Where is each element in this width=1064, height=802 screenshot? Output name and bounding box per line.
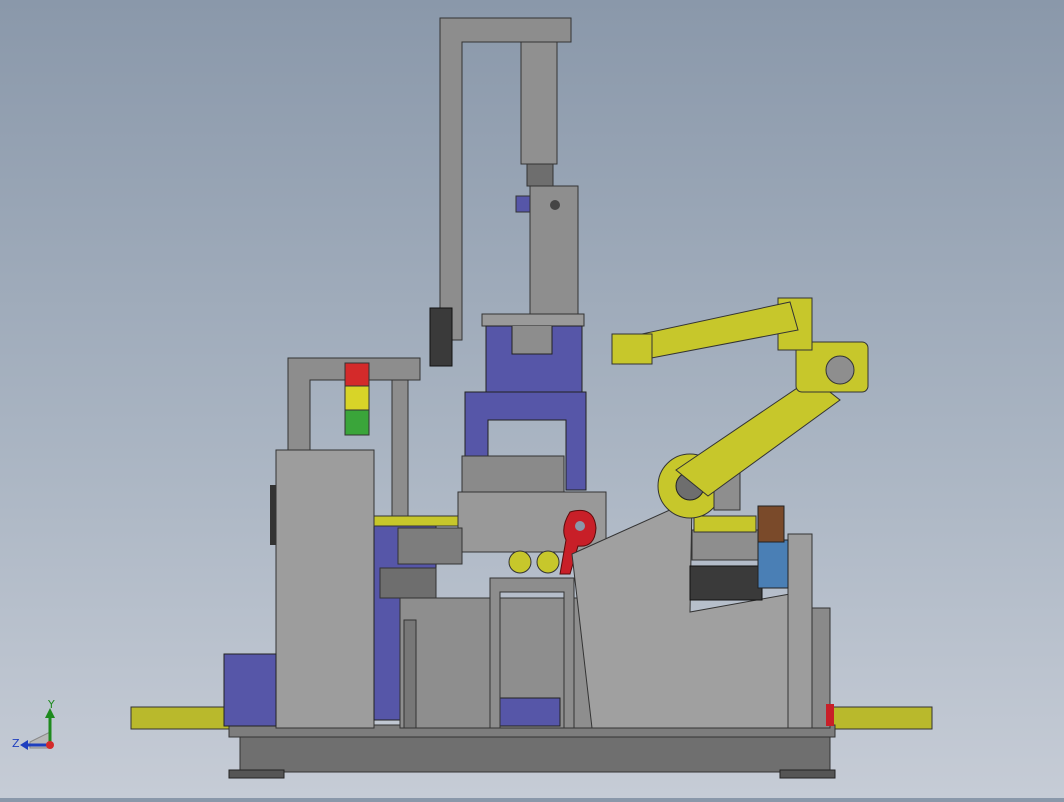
clamp-unit xyxy=(379,567,437,599)
red-detail xyxy=(826,704,834,726)
lever-hole xyxy=(575,521,585,531)
table-leg-left xyxy=(403,619,417,729)
stack-light-yellow xyxy=(344,385,370,411)
cabinet-handle xyxy=(270,485,276,545)
left-gantry-post xyxy=(391,379,409,521)
robot-turntable xyxy=(693,515,757,533)
robot-gripper xyxy=(689,565,763,601)
roller-right xyxy=(536,550,560,574)
right-post xyxy=(787,533,813,729)
stack-light-red xyxy=(344,362,370,387)
side-motor xyxy=(429,307,453,367)
blue-control-box xyxy=(223,653,277,727)
stack-light-green xyxy=(344,409,370,436)
blue-fixture xyxy=(757,539,789,589)
slide-bracket xyxy=(515,195,531,213)
roller-left xyxy=(508,550,532,574)
coordinate-triad: Y Z xyxy=(12,698,55,750)
brown-fixture xyxy=(757,505,785,543)
z-axis-label: Z xyxy=(12,737,20,750)
z-axis-arrowhead xyxy=(20,740,28,750)
yellow-strip xyxy=(373,515,465,527)
machine-assembly-drawing: Y Z xyxy=(12,17,933,779)
robot-lower-arm xyxy=(675,377,841,497)
gantry-cylinder-rod xyxy=(526,163,554,187)
electrical-cabinet xyxy=(275,449,375,729)
base-frame xyxy=(239,736,831,773)
fixture-block xyxy=(397,527,463,565)
gray-housing xyxy=(461,455,565,493)
y-axis-label: Y xyxy=(47,698,55,711)
elbow-motor xyxy=(825,355,855,385)
cad-viewport[interactable]: Y Z xyxy=(0,0,1064,798)
slide-bolt xyxy=(550,200,560,210)
base-foot-right xyxy=(779,769,836,779)
blue-panel-lower xyxy=(495,697,561,727)
base-rail-left xyxy=(130,706,232,730)
robot-base xyxy=(691,529,759,561)
x-axis-dot xyxy=(46,741,54,749)
base-foot-left xyxy=(228,769,285,779)
press-block-notch xyxy=(511,326,553,355)
end-effector xyxy=(611,333,653,365)
gantry-cylinder xyxy=(520,41,558,165)
press-head-top xyxy=(481,313,585,327)
base-rail-right xyxy=(831,706,933,730)
